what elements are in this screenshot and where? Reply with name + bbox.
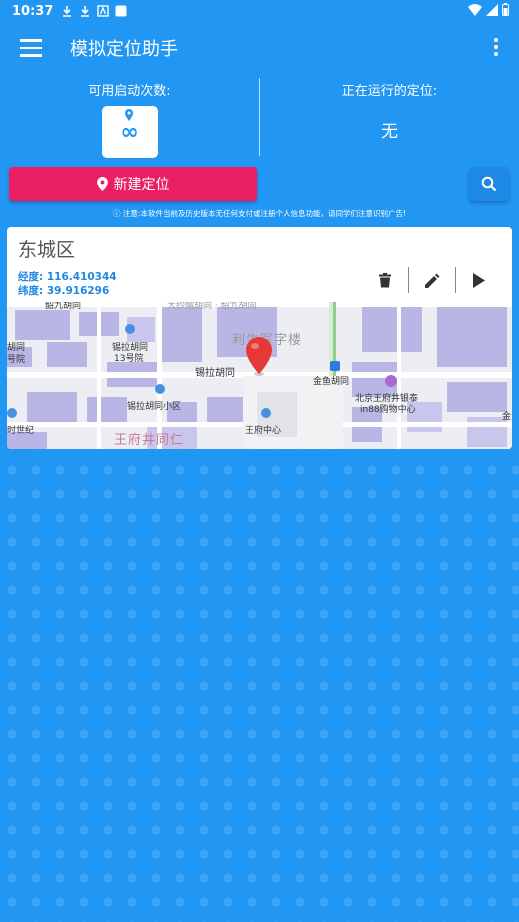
background-pattern (0, 450, 519, 922)
location-card[interactable]: 东城区 经度: 116.410344 纬度: 39.916296 韶九胡同 大纱… (7, 227, 512, 449)
map-label: 金 (502, 412, 512, 422)
download-icon (63, 6, 72, 17)
map-label: 时世纪 (7, 426, 35, 436)
menu-icon[interactable] (20, 39, 42, 57)
map-label: 韶九胡同 (45, 302, 82, 311)
app-notification-icon (115, 5, 127, 17)
shopping-icon (385, 375, 397, 387)
map-marker-icon (246, 337, 272, 376)
notice-text: ⓘ 注意:本软件当前及历史版本无任何支付或注册个人信息功能，请同学们注意识别广告… (0, 208, 519, 219)
longitude-row: 经度: 116.410344 (18, 269, 117, 284)
new-location-button[interactable]: 新建定位 (9, 167, 257, 201)
info-icon: ⓘ (113, 209, 123, 218)
play-icon (473, 272, 485, 288)
delete-button[interactable] (362, 267, 408, 293)
launch-count-panel: 可用启动次数: ∞ (0, 78, 259, 158)
card-actions (362, 267, 502, 293)
map-label: 王府井同仁 (114, 433, 185, 448)
poi-icon (155, 384, 165, 394)
search-icon (481, 176, 497, 192)
trash-icon (379, 272, 391, 287)
map-preview[interactable]: 韶九胡同 大纱帽胡同 · 韶九胡同 利生写字楼 胡同 号院 锡拉胡同 13号院 … (7, 302, 512, 449)
more-options-icon[interactable] (493, 38, 499, 58)
launch-count-box: ∞ (101, 106, 158, 158)
map-label: 13号院 (114, 354, 144, 364)
wifi-icon (468, 3, 482, 16)
map-label: 锡拉胡同 (195, 368, 235, 379)
status-time: 10:37 (12, 3, 54, 19)
running-location-value: 无 (381, 122, 398, 142)
poi-icon (125, 324, 135, 334)
notification-icons (61, 5, 127, 17)
map-label: in88购物中心 (360, 405, 416, 415)
longitude-label: 经度: (18, 271, 44, 283)
map-label: 锡拉胡同小区 (127, 402, 182, 412)
pencil-icon (424, 273, 439, 288)
running-location-panel: 正在运行的定位: 无 (260, 78, 519, 142)
map-label: 金鱼胡同 (313, 377, 350, 387)
download-icon (81, 6, 90, 17)
launch-count-value: ∞ (120, 120, 139, 145)
map-label: 号院 (7, 355, 26, 365)
app-bar: 模拟定位助手 (0, 22, 519, 74)
poi-icon (7, 408, 17, 418)
metro-icon (330, 361, 340, 371)
status-bar: 10:37 (0, 0, 519, 22)
latitude-row: 纬度: 39.916296 (18, 283, 109, 298)
launch-count-label: 可用启动次数: (88, 84, 171, 99)
longitude-value: 116.410344 (46, 271, 117, 283)
latitude-value: 39.916296 (46, 285, 110, 297)
location-title: 东城区 (18, 239, 76, 261)
new-location-label: 新建定位 (113, 177, 170, 193)
start-button[interactable] (456, 267, 502, 293)
running-location-label: 正在运行的定位: (341, 84, 438, 99)
map-label: 王府中心 (245, 426, 282, 436)
app-title: 模拟定位助手 (70, 39, 178, 60)
signal-icon (486, 3, 498, 16)
edit-button[interactable] (409, 267, 455, 293)
notice-message: 注意:本软件当前及历史版本无任何支付或注册个人信息功能，请同学们注意识别广告! (122, 209, 406, 218)
system-status-icons (468, 3, 509, 16)
app-notification-icon (97, 5, 110, 17)
battery-icon (502, 3, 509, 16)
poi-icon (261, 408, 271, 418)
search-button[interactable] (469, 167, 509, 201)
map-label: 大纱帽胡同 · 韶九胡同 (167, 302, 257, 311)
latitude-label: 纬度: (18, 285, 44, 297)
location-pin-icon (96, 177, 108, 191)
